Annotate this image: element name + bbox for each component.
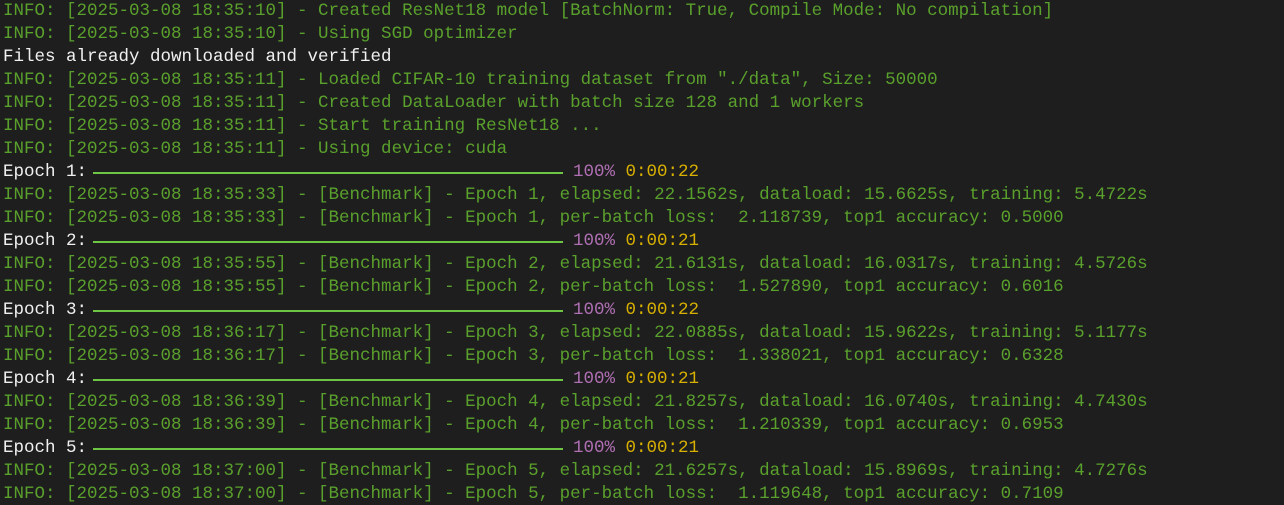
log-line: INFO: [2025-03-08 18:35:10] - Created Re…	[3, 1, 1054, 21]
elapsed-time: 0:00:21	[625, 369, 700, 389]
progress-bar-fill	[93, 310, 564, 312]
log-line: INFO: [2025-03-08 18:35:55] - [Benchmark…	[3, 277, 1064, 297]
elapsed-time: 0:00:21	[625, 438, 700, 458]
epoch-progress-line: Epoch 4: 100% 0:00:21	[3, 368, 1284, 391]
elapsed-time: 0:00:22	[625, 162, 700, 182]
log-line: INFO: [2025-03-08 18:36:17] - [Benchmark…	[3, 323, 1148, 343]
epoch-label: Epoch 5:	[3, 438, 88, 458]
output-line: Files already downloaded and verified	[3, 47, 392, 67]
log-line: INFO: [2025-03-08 18:35:55] - [Benchmark…	[3, 254, 1148, 274]
progress-bar-fill	[93, 448, 564, 450]
log-line: INFO: [2025-03-08 18:37:00] - [Benchmark…	[3, 484, 1064, 504]
epoch-label: Epoch 4:	[3, 369, 88, 389]
epoch-progress-line: Epoch 5: 100% 0:00:21	[3, 437, 1284, 460]
log-line: INFO: [2025-03-08 18:35:33] - [Benchmark…	[3, 185, 1148, 205]
log-line: INFO: [2025-03-08 18:35:11] - Created Da…	[3, 93, 865, 113]
epoch-progress-line: Epoch 3: 100% 0:00:22	[3, 299, 1284, 322]
progress-bar-fill	[93, 379, 564, 381]
log-line: INFO: [2025-03-08 18:36:39] - [Benchmark…	[3, 415, 1064, 435]
progress-bar-fill	[93, 172, 564, 174]
progress-bar-fill	[93, 241, 564, 243]
progress-bar	[93, 368, 564, 391]
log-line: INFO: [2025-03-08 18:35:11] - Loaded CIF…	[3, 70, 938, 90]
progress-percent: 100%	[573, 300, 616, 320]
epoch-label: Epoch 1:	[3, 162, 88, 182]
epoch-label: Epoch 3:	[3, 300, 88, 320]
progress-bar	[93, 230, 564, 253]
log-line: INFO: [2025-03-08 18:36:17] - [Benchmark…	[3, 346, 1064, 366]
log-line: INFO: [2025-03-08 18:35:33] - [Benchmark…	[3, 208, 1064, 228]
log-line: INFO: [2025-03-08 18:35:10] - Using SGD …	[3, 24, 518, 44]
progress-bar	[93, 299, 564, 322]
progress-bar	[93, 161, 564, 184]
progress-percent: 100%	[573, 231, 616, 251]
elapsed-time: 0:00:21	[625, 231, 700, 251]
terminal-output[interactable]: INFO: [2025-03-08 18:35:10] - Created Re…	[0, 0, 1284, 505]
progress-bar	[93, 437, 564, 460]
log-line: INFO: [2025-03-08 18:37:00] - [Benchmark…	[3, 461, 1148, 481]
progress-percent: 100%	[573, 438, 616, 458]
epoch-progress-line: Epoch 2: 100% 0:00:21	[3, 230, 1284, 253]
elapsed-time: 0:00:22	[625, 300, 700, 320]
progress-percent: 100%	[573, 162, 616, 182]
epoch-label: Epoch 2:	[3, 231, 88, 251]
log-line: INFO: [2025-03-08 18:35:11] - Using devi…	[3, 139, 508, 159]
epoch-progress-line: Epoch 1: 100% 0:00:22	[3, 161, 1284, 184]
progress-percent: 100%	[573, 369, 616, 389]
log-line: INFO: [2025-03-08 18:36:39] - [Benchmark…	[3, 392, 1148, 412]
log-line: INFO: [2025-03-08 18:35:11] - Start trai…	[3, 116, 602, 136]
